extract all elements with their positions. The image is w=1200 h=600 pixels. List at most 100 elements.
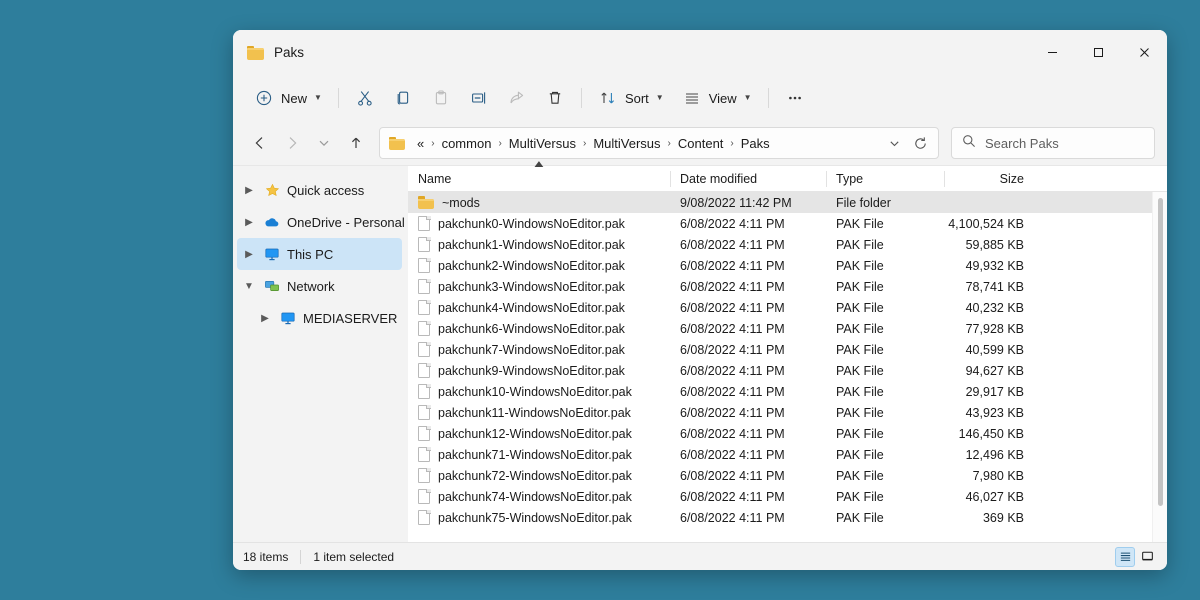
sidebar-item-this-pc[interactable]: ▶ This PC: [237, 238, 402, 270]
refresh-button[interactable]: [908, 131, 932, 155]
close-button[interactable]: [1121, 30, 1167, 75]
cell-size: 12,496 KB: [944, 448, 1032, 462]
breadcrumb-item-multiversus-2[interactable]: MultiVersus: [588, 133, 665, 154]
cell-date-modified: 6/08/2022 4:11 PM: [670, 364, 826, 378]
sidebar-item-quick-access[interactable]: ▶ Quick access: [237, 174, 402, 206]
document-icon: [418, 489, 430, 504]
sidebar-item-onedrive[interactable]: ▶ OneDrive - Personal: [237, 206, 402, 238]
sidebar-item-label: OneDrive - Personal: [287, 215, 405, 230]
chevron-right-icon[interactable]: ▶: [257, 313, 273, 324]
address-bar[interactable]: « › common › MultiVersus › MultiVersus ›…: [379, 127, 939, 159]
document-icon: [418, 447, 430, 462]
file-name: pakchunk12-WindowsNoEditor.pak: [438, 427, 632, 441]
breadcrumb-item-common[interactable]: common: [437, 133, 497, 154]
table-row[interactable]: pakchunk2-WindowsNoEditor.pak6/08/2022 4…: [408, 255, 1167, 276]
file-name: pakchunk1-WindowsNoEditor.pak: [438, 238, 625, 252]
cell-type: PAK File: [826, 364, 944, 378]
folder-icon: [389, 137, 405, 150]
cell-name: pakchunk7-WindowsNoEditor.pak: [408, 342, 670, 357]
large-icons-view-button[interactable]: [1137, 547, 1157, 567]
rename-icon: [469, 88, 489, 108]
cell-size: 43,923 KB: [944, 406, 1032, 420]
copy-button[interactable]: [384, 82, 422, 114]
table-row[interactable]: pakchunk7-WindowsNoEditor.pak 6/08/2022 4…: [408, 339, 1167, 360]
cell-type: PAK File: [826, 322, 944, 336]
rename-button[interactable]: [460, 82, 498, 114]
cell-name: pakchunk75-WindowsNoEditor.pak: [408, 510, 670, 525]
cell-name: ~mods: [408, 196, 670, 210]
search-input[interactable]: Search Paks: [985, 136, 1059, 151]
table-row[interactable]: pakchunk72-WindowsNoEditor.pak 6/08/2022 …: [408, 465, 1167, 486]
cell-date-modified: 6/08/2022 4:11 PM: [670, 490, 826, 504]
cell-date-modified: 6/08/2022 4:11 PM: [670, 343, 826, 357]
table-row[interactable]: pakchunk71-WindowsNoEditor.pak6/08/2022 …: [408, 444, 1167, 465]
file-name: ~mods: [442, 196, 480, 210]
table-row[interactable]: pakchunk75-WindowsNoEditor.pak6/08/2022 …: [408, 507, 1167, 528]
table-row[interactable]: pakchunk10-WindowsNoEditor.pak6/08/2022 …: [408, 381, 1167, 402]
table-row[interactable]: pakchunk74-WindowsNoEditor.pak6/08/2022 …: [408, 486, 1167, 507]
chevron-down-icon[interactable]: ▼: [241, 281, 257, 292]
file-name: pakchunk6-WindowsNoEditor.pak: [438, 322, 625, 336]
cell-name: pakchunk1-WindowsNoEditor.pak: [408, 237, 670, 252]
cell-name: pakchunk3-WindowsNoEditor.pak: [408, 279, 670, 294]
table-row[interactable]: pakchunk6-WindowsNoEditor.pak 6/08/2022 4…: [408, 318, 1167, 339]
document-icon: [418, 279, 430, 294]
cell-date-modified: 6/08/2022 4:11 PM: [670, 469, 826, 483]
paste-button[interactable]: [422, 82, 460, 114]
scrollbar-thumb[interactable]: [1158, 198, 1163, 506]
cell-name: pakchunk11-WindowsNoEditor.pak: [408, 405, 670, 420]
cell-date-modified: 6/08/2022 4:11 PM: [670, 322, 826, 336]
cell-date-modified: 6/08/2022 4:11 PM: [670, 427, 826, 441]
chevron-right-icon[interactable]: ▶: [241, 249, 257, 260]
address-dropdown-button[interactable]: [882, 131, 906, 155]
table-row[interactable]: pakchunk11-WindowsNoEditor.pak6/08/2022 …: [408, 402, 1167, 423]
table-row[interactable]: pakchunk4-WindowsNoEditor.pak6/08/2022 4…: [408, 297, 1167, 318]
sidebar-item-label: MEDIASERVER: [303, 311, 397, 326]
details-view-button[interactable]: [1115, 547, 1135, 567]
table-row[interactable]: pakchunk12-WindowsNoEditor.pak 6/08/2022 …: [408, 423, 1167, 444]
sidebar-item-network[interactable]: ▼ Network: [237, 270, 402, 302]
share-icon: [507, 88, 527, 108]
sidebar-item-mediaserver[interactable]: ▶ MEDIASERVER: [237, 302, 402, 334]
file-name: pakchunk72-WindowsNoEditor.pak: [438, 469, 632, 483]
chevron-right-icon[interactable]: ▶: [241, 217, 257, 228]
minimize-button[interactable]: [1029, 30, 1075, 75]
table-row[interactable]: pakchunk0-WindowsNoEditor.pak6/08/2022 4…: [408, 213, 1167, 234]
table-row[interactable]: pakchunk1-WindowsNoEditor.pak 6/08/2022 4…: [408, 234, 1167, 255]
cell-size: 40,599 KB: [944, 343, 1032, 357]
column-header-size[interactable]: Size: [944, 166, 1032, 192]
column-header-name[interactable]: Name ▲: [408, 166, 670, 192]
view-button[interactable]: View ▼: [673, 82, 761, 114]
monitor-icon: [279, 310, 297, 326]
table-row[interactable]: pakchunk3-WindowsNoEditor.pak6/08/2022 4…: [408, 276, 1167, 297]
file-name: pakchunk7-WindowsNoEditor.pak: [438, 343, 625, 357]
breadcrumb-overflow[interactable]: «: [412, 133, 429, 154]
cell-date-modified: 6/08/2022 4:11 PM: [670, 238, 826, 252]
up-button[interactable]: [341, 128, 371, 158]
search-box[interactable]: Search Paks: [951, 127, 1155, 159]
vertical-scrollbar[interactable]: [1152, 192, 1167, 542]
chevron-right-icon[interactable]: ▶: [241, 185, 257, 196]
breadcrumb-item-content[interactable]: Content: [673, 133, 729, 154]
new-button[interactable]: New ▼: [245, 82, 331, 114]
sidebar-item-label: Network: [287, 279, 335, 294]
table-row[interactable]: ~mods9/08/2022 11:42 PMFile folder: [408, 192, 1167, 213]
sort-button[interactable]: Sort ▼: [589, 82, 673, 114]
more-options-button[interactable]: [776, 82, 814, 114]
breadcrumb-item-paks[interactable]: Paks: [736, 133, 775, 154]
column-header-type[interactable]: Type: [826, 166, 944, 192]
table-row[interactable]: pakchunk9-WindowsNoEditor.pak6/08/2022 4…: [408, 360, 1167, 381]
share-button[interactable]: [498, 82, 536, 114]
file-name: pakchunk3-WindowsNoEditor.pak: [438, 280, 625, 294]
cut-button[interactable]: [346, 82, 384, 114]
recent-locations-button[interactable]: [309, 128, 339, 158]
breadcrumb-separator: ›: [430, 138, 435, 149]
forward-button[interactable]: [277, 128, 307, 158]
column-header-date-modified[interactable]: Date modified: [670, 166, 826, 192]
back-button[interactable]: [245, 128, 275, 158]
maximize-button[interactable]: [1075, 30, 1121, 75]
breadcrumb-item-multiversus-1[interactable]: MultiVersus: [504, 133, 581, 154]
trash-icon: [545, 88, 565, 108]
delete-button[interactable]: [536, 82, 574, 114]
column-header-label: Name: [418, 172, 451, 186]
